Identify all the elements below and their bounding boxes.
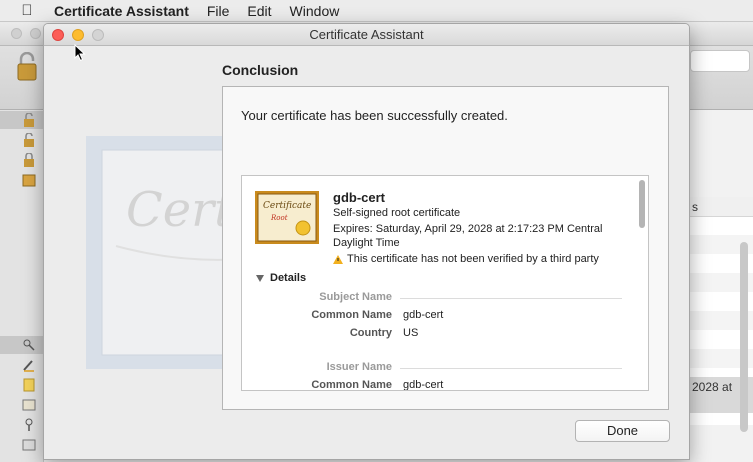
- menu-window[interactable]: Window: [290, 3, 340, 19]
- issuer-common-name-label: Common Name: [311, 379, 392, 391]
- issuer-name-header: Issuer Name: [326, 361, 392, 373]
- assistant-titlebar: Certificate Assistant: [44, 24, 689, 46]
- minimize-button[interactable]: [72, 29, 84, 41]
- disclosure-triangle-icon[interactable]: [256, 274, 264, 282]
- warning-text: This certificate has not been verified b…: [347, 253, 599, 265]
- divider: [400, 368, 622, 369]
- keys-icon: [25, 418, 33, 431]
- subject-country-label: Country: [349, 327, 392, 339]
- certificate-icon: Certificate Root: [255, 191, 319, 244]
- window-controls: [52, 29, 104, 41]
- zoom-button[interactable]: [92, 29, 104, 41]
- locked-keychain-icon: [24, 153, 34, 167]
- all-items-icon: [23, 339, 35, 351]
- certificate-expiration: Expires: Saturday, April 29, 2028 at 2:1…: [333, 223, 603, 249]
- bg-close-dot[interactable]: [11, 28, 22, 39]
- apple-icon[interactable]: : [18, 2, 36, 19]
- unlocked-keychain-icon: [24, 113, 34, 127]
- background-column-header[interactable]: s: [690, 197, 753, 217]
- menu-edit[interactable]: Edit: [247, 3, 271, 19]
- certificate-thumb-title: Certificate: [263, 201, 311, 211]
- window-title: Certificate Assistant: [309, 27, 424, 42]
- done-button[interactable]: Done: [575, 420, 670, 442]
- menu-bar:  Certificate Assistant File Edit Window: [0, 0, 753, 22]
- certificate-thumb-sub: Root: [270, 214, 288, 222]
- certificate-name: gdb-cert: [333, 190, 385, 205]
- section-title: Conclusion: [222, 62, 299, 78]
- menu-app-name[interactable]: Certificate Assistant: [54, 3, 189, 19]
- mouse-cursor-icon: [74, 44, 86, 62]
- close-button[interactable]: [52, 29, 64, 41]
- certificate-details-box[interactable]: Certificate Root gdb-cert Self-signed ro…: [241, 175, 649, 391]
- details-scrollbar[interactable]: [639, 180, 645, 228]
- subject-country-value: US: [403, 327, 419, 339]
- background-sidebar: [0, 110, 44, 462]
- details-disclosure[interactable]: Details: [256, 272, 306, 284]
- certificate-kind: Self-signed root certificate: [333, 207, 461, 219]
- unlocked-keychain-icon: [24, 133, 34, 147]
- passwords-icon: [23, 360, 34, 372]
- divider: [400, 298, 622, 299]
- certificates-icon: [22, 439, 36, 451]
- conclusion-panel: Your certificate has been successfully c…: [222, 86, 669, 410]
- menu-file[interactable]: File: [207, 3, 230, 19]
- background-search-field[interactable]: [690, 50, 750, 72]
- subject-name-header: Subject Name: [319, 291, 392, 303]
- secure-notes-icon: [23, 378, 35, 392]
- details-label: Details: [270, 272, 307, 284]
- warning-icon: [333, 254, 343, 264]
- subject-common-name-label: Common Name: [311, 309, 392, 321]
- issuer-common-name-value: gdb-cert: [403, 379, 444, 391]
- certificate-assistant-window: Certificate Assistant Certificate Conclu…: [43, 23, 690, 460]
- lock-icon[interactable]: [16, 52, 38, 82]
- system-roots-icon: [22, 174, 36, 187]
- certificate-warning: This certificate has not been verified b…: [333, 253, 599, 265]
- success-message: Your certificate has been successfully c…: [241, 108, 508, 123]
- subject-common-name-value: gdb-cert: [403, 309, 444, 321]
- background-scrollbar[interactable]: [740, 242, 748, 432]
- bg-min-dot[interactable]: [30, 28, 41, 39]
- my-certificates-icon: [22, 399, 36, 411]
